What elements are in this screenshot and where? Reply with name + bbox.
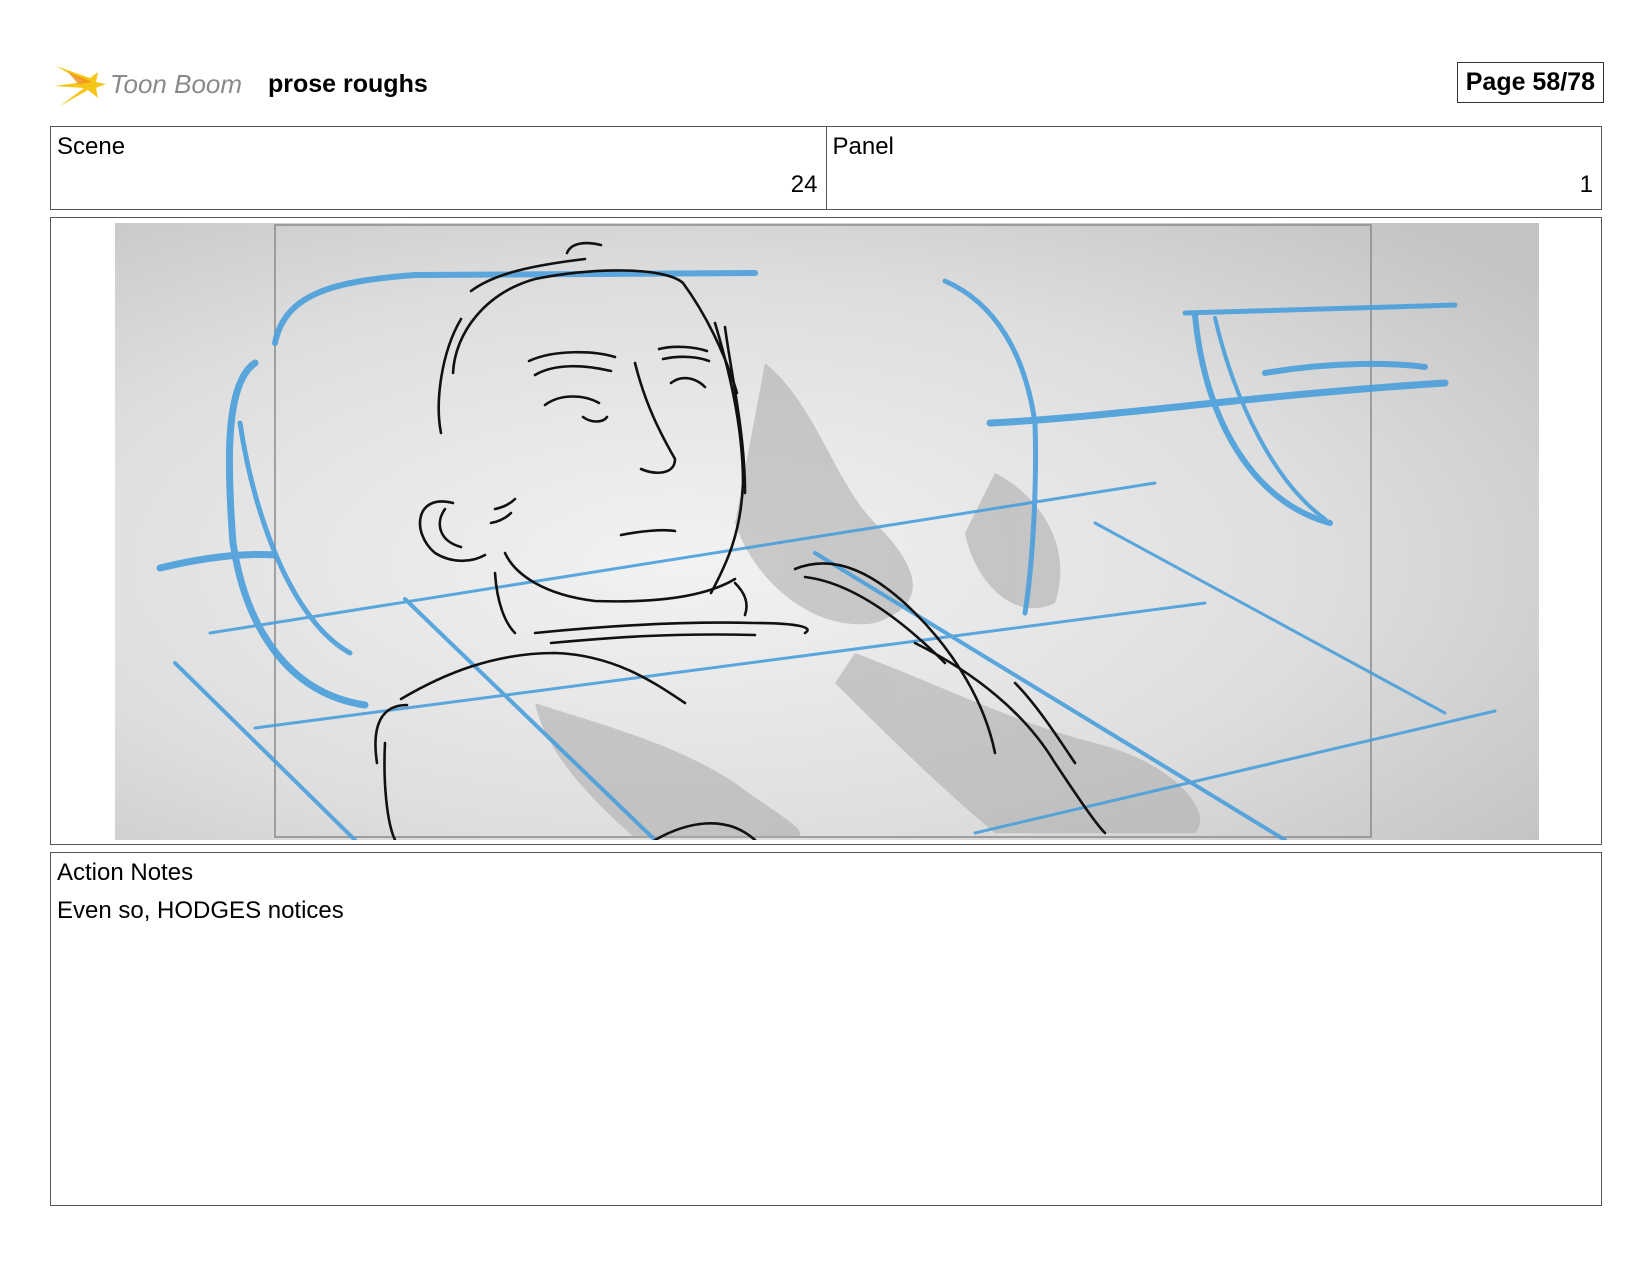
scene-label: Scene	[57, 133, 126, 160]
scene-panel-row: Scene 24 Panel 1	[50, 126, 1602, 210]
page-number: Page 58/78	[1456, 62, 1604, 103]
document-title: prose roughs	[268, 70, 428, 98]
panel-cell: Panel 1	[825, 127, 1602, 209]
storyboard-frame	[50, 217, 1602, 845]
panel-number: 1	[1579, 171, 1593, 198]
action-notes-label: Action Notes	[57, 859, 194, 886]
page-header: Toon Boom prose roughs Page 58/78	[54, 56, 1604, 112]
action-notes-text: Even so, HODGES notices	[57, 897, 344, 924]
scene-cell: Scene 24	[51, 127, 826, 209]
panel-label: Panel	[832, 133, 894, 160]
action-notes-box: Action Notes Even so, HODGES notices	[50, 852, 1602, 1206]
svg-text:Toon Boom: Toon Boom	[110, 69, 242, 99]
storyboard-sketch	[115, 223, 1539, 840]
scene-number: 24	[790, 171, 818, 198]
toon-boom-logo: Toon Boom	[54, 66, 242, 106]
toon-boom-star-icon	[54, 66, 106, 106]
